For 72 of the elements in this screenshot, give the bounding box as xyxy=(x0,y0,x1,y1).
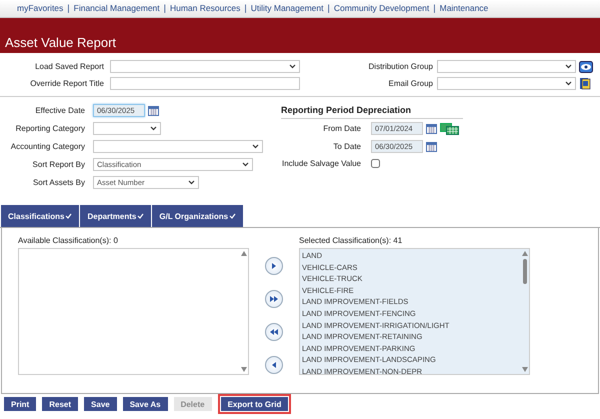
separator: | xyxy=(433,3,436,14)
select-field[interactable] xyxy=(93,122,161,135)
field-label: Effective Date xyxy=(34,105,85,116)
move-right-button[interactable] xyxy=(265,257,283,275)
eye-icon[interactable] xyxy=(579,60,593,72)
field-label: Reporting Category xyxy=(14,123,85,134)
action-button[interactable]: Save xyxy=(84,397,117,411)
check-icon xyxy=(137,213,144,219)
separator: | xyxy=(327,3,330,14)
action-button[interactable]: Save As xyxy=(122,397,168,411)
calendar-icon[interactable] xyxy=(426,124,437,134)
scrollbar-thumb[interactable] xyxy=(522,259,526,284)
select-field[interactable] xyxy=(437,77,576,90)
caret-icon xyxy=(252,144,259,149)
select-field[interactable] xyxy=(93,140,263,153)
caret-icon xyxy=(150,126,157,131)
calendar-icon[interactable] xyxy=(426,142,437,152)
scroll-down-icon[interactable] xyxy=(522,367,528,372)
field-label: Sort Assets By xyxy=(32,177,85,188)
section-title: Reporting Period Depreciation xyxy=(281,104,463,119)
calendar-icon[interactable] xyxy=(148,106,159,116)
check-icon xyxy=(65,213,72,219)
move-all-left-button[interactable] xyxy=(265,323,283,341)
field-label: Accounting Category xyxy=(10,141,85,152)
separator: | xyxy=(164,3,166,14)
field-label: To Date xyxy=(332,141,361,152)
nav-link[interactable]: Community Development xyxy=(334,3,430,14)
move-all-right-button[interactable] xyxy=(265,290,283,308)
arrow-icon xyxy=(270,262,278,270)
scroll-down-icon[interactable] xyxy=(240,367,246,372)
tab[interactable]: Departments xyxy=(80,205,152,227)
list-box[interactable] xyxy=(299,248,530,375)
tab[interactable]: G/L Organizations xyxy=(152,205,244,227)
action-button[interactable]: Export to Grid xyxy=(220,397,288,411)
action-button[interactable]: Print xyxy=(4,397,36,411)
page-title: Asset Value Report xyxy=(5,35,116,51)
scroll-up-icon[interactable] xyxy=(240,251,246,256)
caret-icon xyxy=(242,162,249,167)
field-label: Email Group xyxy=(388,78,433,89)
field-label: Distribution Group xyxy=(368,61,433,72)
caret-icon xyxy=(188,180,195,185)
select-field[interactable] xyxy=(437,60,576,73)
field-label: From Date xyxy=(322,123,361,134)
nav-link[interactable]: Human Resources xyxy=(170,3,240,14)
nav-link[interactable]: Maintenance xyxy=(440,3,488,14)
move-left-button[interactable] xyxy=(265,356,283,374)
select-field[interactable] xyxy=(110,60,300,73)
calendar-grid-icon[interactable] xyxy=(440,122,459,134)
double-arrow-icon xyxy=(270,328,278,336)
field-label: Include Salvage Value xyxy=(281,158,361,169)
action-button[interactable]: Reset xyxy=(42,397,78,411)
caret-icon xyxy=(289,64,296,69)
book-icon[interactable] xyxy=(579,77,591,90)
tab[interactable]: Classifications xyxy=(1,205,80,227)
field-label: Load Saved Report xyxy=(34,61,104,72)
list-label: Selected Classification(s): 41 xyxy=(299,235,404,246)
nav-link[interactable]: Financial Management xyxy=(74,3,160,14)
checkbox[interactable] xyxy=(371,159,380,168)
arrow-icon xyxy=(270,361,278,369)
separator: | xyxy=(67,3,70,14)
caret-icon xyxy=(565,81,572,86)
separator: | xyxy=(244,3,247,14)
caret-icon xyxy=(565,64,572,69)
nav-link[interactable]: Utility Management xyxy=(250,3,324,14)
field-label: Sort Report By xyxy=(32,159,85,170)
check-icon xyxy=(229,213,236,219)
input-field[interactable] xyxy=(110,77,300,90)
scroll-up-icon[interactable] xyxy=(522,251,528,256)
list-label: Available Classification(s): 0 xyxy=(18,235,119,246)
double-arrow-icon xyxy=(270,295,278,303)
nav-link[interactable]: myFavorites xyxy=(17,3,64,14)
field-label: Override Report Title xyxy=(29,78,104,89)
